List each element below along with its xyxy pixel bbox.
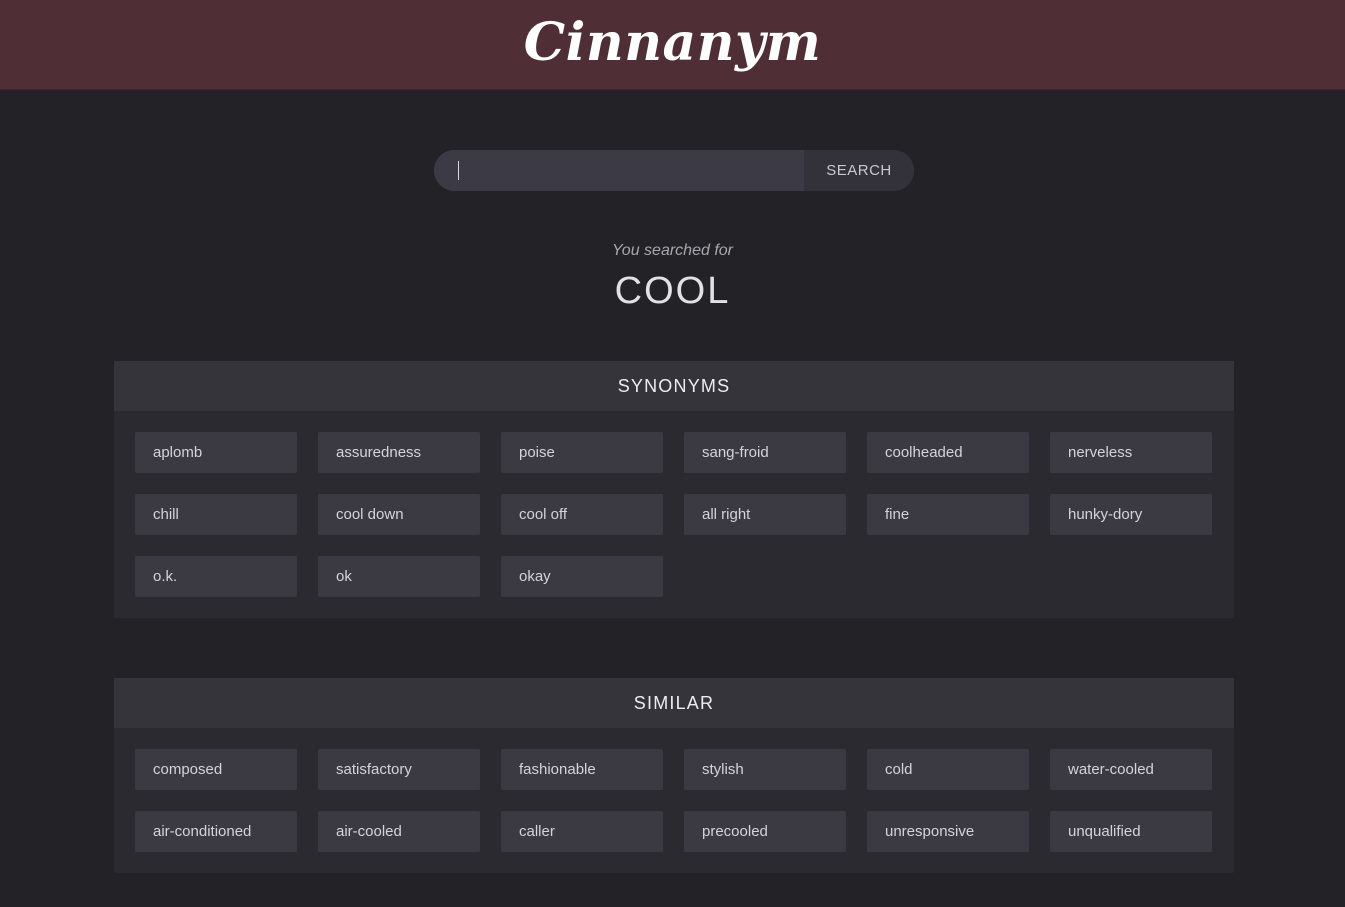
similar-chip[interactable]: air-cooled: [318, 811, 480, 852]
synonym-chip[interactable]: poise: [501, 432, 663, 473]
similar-chip[interactable]: air-conditioned: [135, 811, 297, 852]
similar-chip[interactable]: cold: [867, 749, 1029, 790]
synonym-chip[interactable]: fine: [867, 494, 1029, 535]
synonym-chip[interactable]: assuredness: [318, 432, 480, 473]
synonym-chip[interactable]: all right: [684, 494, 846, 535]
similar-chip[interactable]: stylish: [684, 749, 846, 790]
search-query-heading: COOL: [614, 270, 731, 312]
synonyms-panel: SYNONYMS aplomb assuredness poise sang-f…: [114, 361, 1234, 618]
similar-chip[interactable]: fashionable: [501, 749, 663, 790]
synonym-chip[interactable]: chill: [135, 494, 297, 535]
search-button[interactable]: SEARCH: [804, 150, 914, 191]
synonym-chip[interactable]: o.k.: [135, 556, 297, 597]
synonyms-title: SYNONYMS: [114, 361, 1234, 411]
search-bar: SEARCH: [434, 150, 914, 191]
synonym-chip[interactable]: ok: [318, 556, 480, 597]
searched-for-label: You searched for: [612, 242, 733, 259]
synonym-chip[interactable]: sang-froid: [684, 432, 846, 473]
synonym-chip[interactable]: cool off: [501, 494, 663, 535]
similar-chip[interactable]: water-cooled: [1050, 749, 1212, 790]
similar-panel: SIMILAR composed satisfactory fashionabl…: [114, 678, 1234, 873]
similar-chip[interactable]: composed: [135, 749, 297, 790]
synonym-chip[interactable]: aplomb: [135, 432, 297, 473]
synonym-chip[interactable]: hunky-dory: [1050, 494, 1212, 535]
similar-chip[interactable]: satisfactory: [318, 749, 480, 790]
similar-chip[interactable]: precooled: [684, 811, 846, 852]
synonym-chip[interactable]: cool down: [318, 494, 480, 535]
synonyms-list: aplomb assuredness poise sang-froid cool…: [114, 411, 1234, 618]
search-input[interactable]: [434, 150, 804, 191]
synonym-chip[interactable]: nerveless: [1050, 432, 1212, 473]
site-logo[interactable]: Cinnanym: [524, 12, 822, 73]
similar-title: SIMILAR: [114, 678, 1234, 728]
text-caret: [458, 161, 459, 180]
similar-chip[interactable]: caller: [501, 811, 663, 852]
synonym-chip[interactable]: okay: [501, 556, 663, 597]
similar-list: composed satisfactory fashionable stylis…: [114, 728, 1234, 873]
site-header: Cinnanym: [0, 0, 1345, 90]
similar-chip[interactable]: unresponsive: [867, 811, 1029, 852]
similar-chip[interactable]: unqualified: [1050, 811, 1212, 852]
synonym-chip[interactable]: coolheaded: [867, 432, 1029, 473]
